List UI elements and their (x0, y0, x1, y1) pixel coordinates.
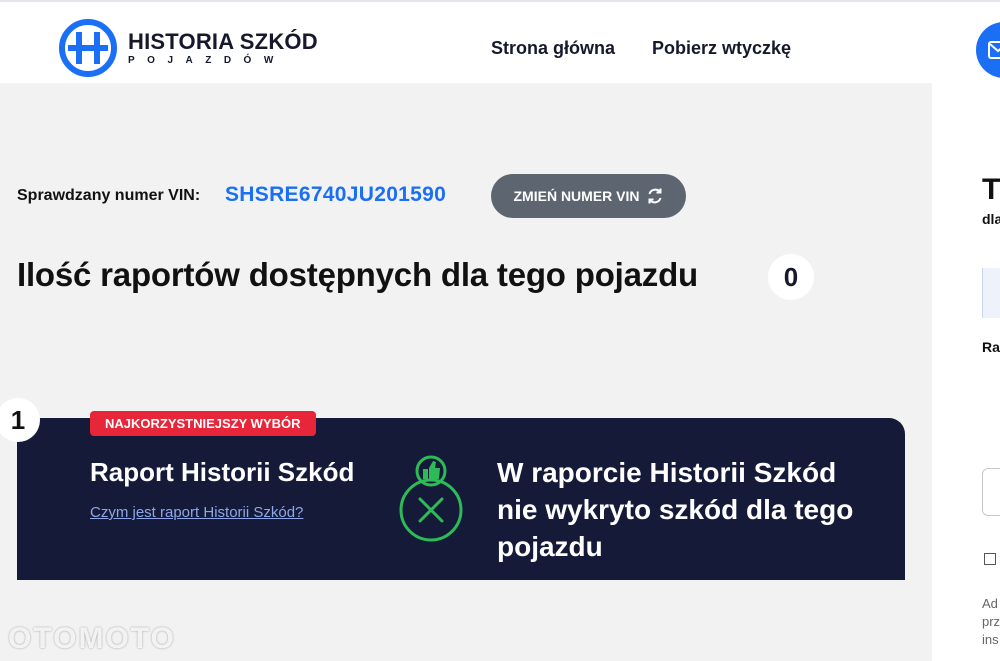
nav-plugin-link[interactable]: Pobierz wtyczkę (652, 38, 791, 59)
refresh-icon (648, 188, 661, 204)
no-damage-status-graphic (399, 455, 463, 542)
right-panel-consent-text: Ad prz ins (982, 595, 1000, 649)
logo-icon (59, 19, 117, 77)
change-vin-label: ZMIEŃ NUMER VIN (513, 188, 640, 204)
consent-text-line: prz (982, 614, 1000, 629)
best-choice-badge: NAJKORZYSTNIEJSZY WYBÓR (90, 411, 316, 436)
report-result-text: W raporcie Historii Szkód nie wykryto sz… (497, 457, 854, 562)
brand-logo[interactable]: HISTORIA SZKÓD POJAZDÓW (58, 18, 318, 78)
right-panel-subtitle: dla (982, 211, 1000, 227)
nav-home-link[interactable]: Strona główna (491, 38, 615, 59)
report-info-link[interactable]: Czym jest raport Historii Szkód? (90, 504, 303, 521)
reports-count-badge: 0 (768, 254, 814, 300)
consent-text-line: ins (982, 632, 999, 647)
right-panel-field-label: Ra (982, 339, 1000, 355)
brand-subtitle: POJAZDÓW (128, 55, 286, 66)
consent-text-line: Ad (982, 596, 998, 611)
report-card-title: Raport Historii Szkód (90, 457, 355, 487)
right-panel-input[interactable] (982, 468, 1000, 516)
consent-checkbox[interactable] (984, 553, 996, 565)
x-circle-icon (399, 478, 463, 542)
right-panel-info-box (982, 268, 1000, 318)
change-vin-button[interactable]: ZMIEŃ NUMER VIN (491, 174, 686, 218)
right-side-panel: T dla Ra Ad prz ins (932, 83, 1000, 661)
brand-title: HISTORIA SZKÓD (128, 29, 318, 54)
reports-heading: Ilość raportów dostępnych dla tego pojaz… (17, 256, 698, 293)
header-action-button[interactable] (976, 22, 1000, 78)
vin-number: SHSRE6740JU201590 (225, 183, 447, 206)
mail-icon (988, 41, 1000, 59)
vin-label: Sprawdzany numer VIN: (17, 187, 201, 204)
site-header: HISTORIA SZKÓD POJAZDÓW Strona główna Po… (0, 0, 1000, 83)
right-panel-title: T (982, 173, 1000, 206)
otomoto-watermark: OTOMOTO (8, 622, 176, 655)
